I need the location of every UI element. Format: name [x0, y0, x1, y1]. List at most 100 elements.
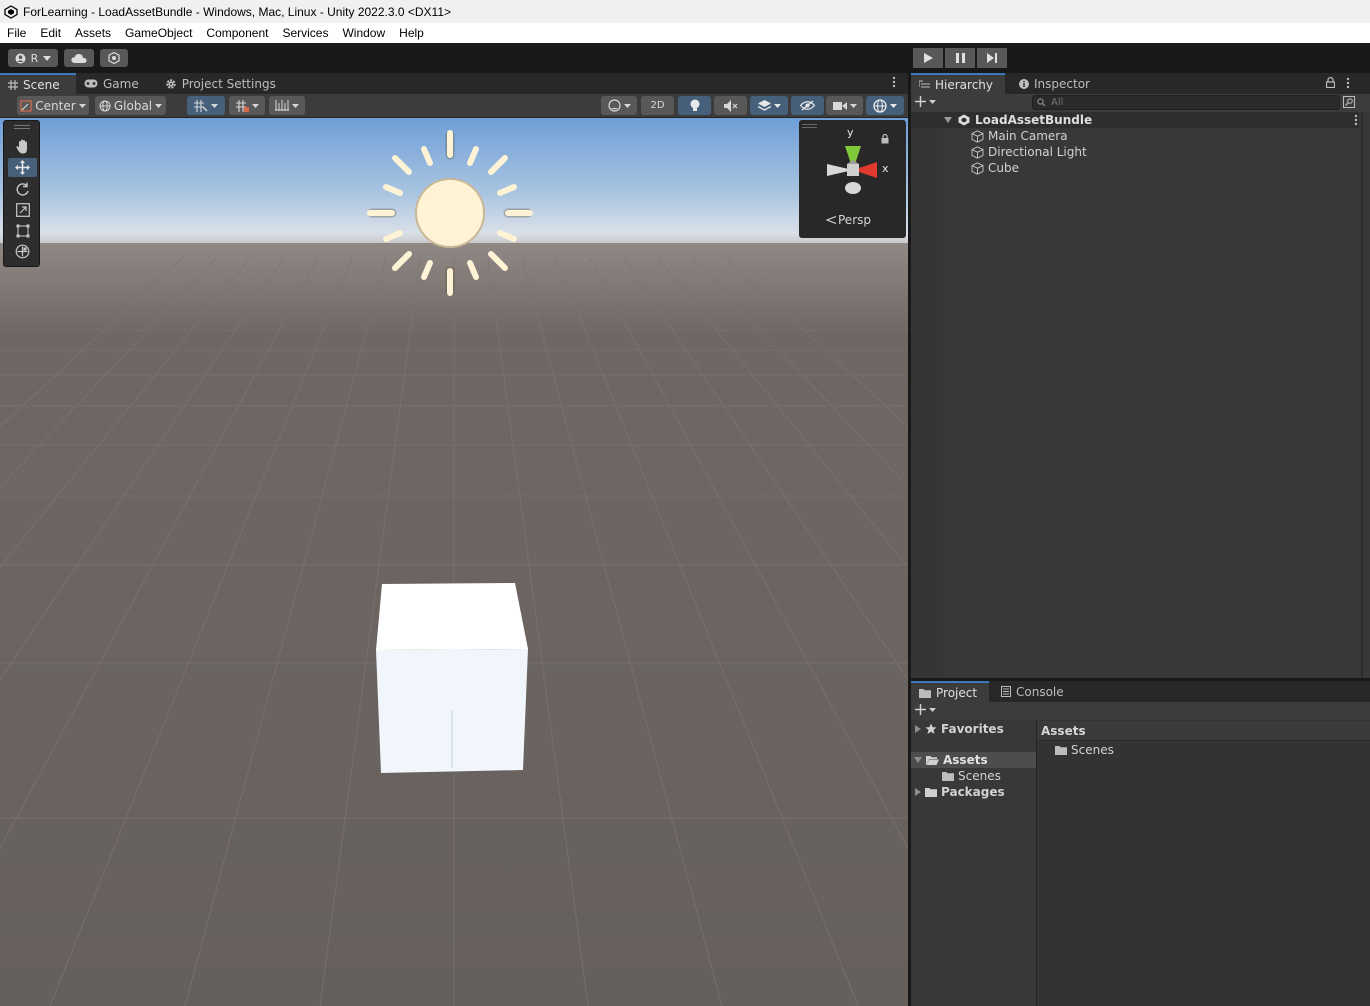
breadcrumb-assets[interactable]: Assets — [1041, 724, 1086, 738]
gear-icon — [165, 78, 177, 90]
create-dropdown[interactable] — [915, 96, 936, 107]
chevron-down-icon — [43, 55, 52, 61]
scene-viewport[interactable] — [0, 118, 908, 1006]
layers-icon — [757, 99, 771, 112]
video-camera-icon — [832, 101, 847, 111]
cloud-button[interactable] — [64, 49, 94, 67]
menu-window[interactable]: Window — [335, 26, 392, 40]
lock-icon[interactable] — [1326, 77, 1335, 88]
grid-snap-button[interactable] — [187, 96, 225, 115]
menu-component[interactable]: Component — [199, 26, 275, 40]
expand-arrow-icon[interactable] — [915, 725, 921, 733]
chevron-down-icon — [155, 103, 163, 108]
projection-toggle[interactable]: Persp — [826, 213, 871, 227]
hierarchy-menu-icon[interactable] — [1345, 77, 1351, 89]
pause-icon — [955, 53, 965, 63]
chevron-down-icon — [849, 103, 857, 108]
folder-open-icon — [926, 755, 939, 765]
move-tool-button[interactable] — [8, 158, 37, 177]
tab-scene[interactable]: Scene — [0, 73, 76, 94]
pause-button[interactable] — [945, 48, 975, 68]
hand-tool-button[interactable] — [8, 137, 37, 156]
hierarchy-item[interactable]: Directional Light — [911, 144, 1359, 160]
pivot-label: Center — [35, 98, 76, 113]
tree-item-favorites[interactable]: Favorites — [915, 721, 1004, 737]
axis-y-label: y — [847, 126, 854, 139]
lighting-toggle[interactable] — [678, 96, 711, 115]
menu-gameobject[interactable]: GameObject — [118, 26, 199, 40]
scene-panel-menu-icon[interactable] — [891, 76, 897, 88]
hierarchy-item-label: Main Camera — [988, 129, 1068, 143]
chevron-down-icon — [211, 103, 218, 108]
step-icon — [987, 53, 997, 63]
step-button[interactable] — [977, 48, 1007, 68]
collab-button[interactable] — [100, 49, 128, 67]
move-icon — [15, 160, 30, 175]
project-create-dropdown[interactable] — [915, 704, 936, 715]
gizmos-dropdown[interactable] — [866, 96, 904, 115]
audio-toggle[interactable] — [714, 96, 747, 115]
tab-project-settings[interactable]: Project Settings — [157, 73, 284, 94]
space-dropdown[interactable]: Global — [95, 96, 166, 115]
tab-project[interactable]: Project — [911, 681, 989, 702]
transform-tool-button[interactable] — [8, 242, 37, 261]
tree-item-packages[interactable]: Packages — [915, 784, 1005, 800]
scale-tool-button[interactable] — [8, 200, 37, 219]
hierarchy-search-input[interactable] — [1051, 97, 1331, 108]
hierarchy-scrollbar[interactable] — [1361, 112, 1363, 678]
tab-hierarchy-label: Hierarchy — [935, 77, 994, 92]
hierarchy-item-label: Directional Light — [988, 145, 1087, 159]
draw-mode-dropdown[interactable] — [601, 96, 637, 115]
transform-tools-overlay — [3, 120, 40, 267]
drag-handle[interactable] — [14, 125, 30, 129]
project-content-item[interactable]: Scenes — [1055, 742, 1114, 758]
scene-name: LoadAssetBundle — [975, 113, 1093, 127]
menu-services[interactable]: Services — [275, 26, 335, 40]
tab-inspector[interactable]: Inspector — [1011, 73, 1098, 94]
project-breadcrumb: Assets — [1037, 721, 1370, 741]
expand-arrow-icon[interactable] — [915, 788, 921, 796]
increment-snap-button[interactable] — [229, 96, 265, 115]
scene-visibility-toggle[interactable] — [791, 96, 824, 115]
effects-dropdown[interactable] — [750, 96, 788, 115]
hierarchy-item[interactable]: Main Camera — [911, 128, 1359, 144]
rotate-tool-button[interactable] — [8, 179, 37, 198]
scene-tab-strip: Scene Game Project Settings — [0, 73, 908, 94]
menu-assets[interactable]: Assets — [68, 26, 118, 40]
tree-item-assets[interactable]: Assets — [911, 752, 1036, 768]
menu-edit[interactable]: Edit — [33, 26, 68, 40]
scale-icon — [15, 202, 30, 217]
account-button[interactable]: R — [8, 49, 58, 67]
pivot-dropdown[interactable]: Center — [17, 96, 89, 115]
hierarchy-scene-row[interactable]: LoadAssetBundle — [911, 112, 1359, 128]
expand-arrow-icon[interactable] — [914, 757, 922, 763]
search-options-icon[interactable] — [1343, 96, 1355, 108]
tab-console[interactable]: Console — [993, 681, 1072, 702]
menu-file[interactable]: File — [0, 26, 33, 40]
ruler-button[interactable] — [269, 96, 305, 115]
rect-tool-button[interactable] — [8, 221, 37, 240]
hierarchy-search-box[interactable] — [1032, 95, 1340, 110]
expand-arrow-icon[interactable] — [944, 117, 952, 123]
play-button[interactable] — [913, 48, 943, 68]
chevron-down-icon — [292, 103, 299, 108]
folder-icon — [919, 688, 931, 698]
menu-help[interactable]: Help — [392, 26, 431, 40]
tree-item-scenes[interactable]: Scenes — [942, 768, 1001, 784]
tree-item-label: Scenes — [958, 769, 1001, 783]
tab-hierarchy[interactable]: Hierarchy — [911, 73, 1005, 94]
tab-scene-label: Scene — [23, 77, 60, 92]
orientation-gizmo[interactable]: y x Persp — [799, 120, 906, 238]
ruler-icon — [275, 100, 289, 111]
eye-hidden-icon — [800, 100, 815, 111]
account-label: R — [30, 51, 39, 65]
speaker-muted-icon — [723, 99, 738, 112]
drag-handle[interactable] — [802, 124, 817, 128]
gameobject-cube-icon — [971, 161, 984, 175]
space-label: Global — [113, 98, 153, 113]
scene-menu-icon[interactable] — [1353, 114, 1359, 126]
camera-dropdown[interactable] — [826, 96, 863, 115]
mode-2d-button[interactable]: 2D — [641, 96, 674, 115]
tab-game[interactable]: Game — [76, 73, 147, 94]
hierarchy-item[interactable]: Cube — [911, 160, 1359, 176]
